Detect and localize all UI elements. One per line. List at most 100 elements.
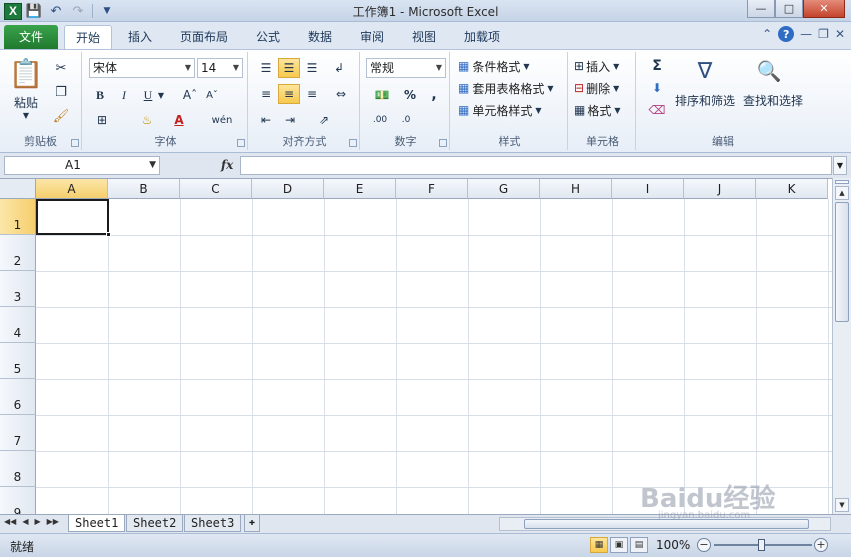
sheet-tab-3[interactable]: Sheet3: [184, 515, 242, 532]
row-header-7[interactable]: 7: [0, 415, 36, 451]
tab-insert[interactable]: 插入: [116, 25, 164, 49]
percent-button[interactable]: %: [400, 85, 420, 105]
close-icon[interactable]: ✕: [803, 0, 845, 18]
fill-color-icon[interactable]: ♨: [136, 110, 158, 130]
split-handle[interactable]: [835, 180, 849, 184]
sheet-tab-2[interactable]: Sheet2: [126, 515, 184, 532]
last-sheet-icon[interactable]: ▶▶: [47, 517, 59, 526]
insert-function-button[interactable]: fx: [221, 158, 233, 172]
merge-center-icon[interactable]: ⇔: [328, 84, 354, 104]
align-top-icon[interactable]: ☰: [256, 58, 276, 78]
column-header-f[interactable]: F: [396, 179, 468, 199]
scroll-down-icon[interactable]: ▼: [835, 498, 849, 512]
column-header-j[interactable]: J: [684, 179, 756, 199]
align-bottom-icon[interactable]: ☰: [302, 58, 322, 78]
fill-handle[interactable]: [106, 232, 111, 237]
increase-decimal-icon[interactable]: .00: [368, 110, 392, 130]
first-sheet-icon[interactable]: ◀◀: [4, 517, 16, 526]
insert-sheet-icon[interactable]: ✚: [244, 515, 261, 532]
alignment-launcher-icon[interactable]: [349, 139, 357, 147]
align-left-icon[interactable]: ≡: [256, 84, 276, 104]
column-header-c[interactable]: C: [180, 179, 252, 199]
zoom-out-icon[interactable]: −: [697, 538, 711, 552]
borders-icon[interactable]: ⊞: [90, 110, 114, 130]
clear-icon[interactable]: ⌫: [642, 100, 672, 120]
next-sheet-icon[interactable]: ▶: [34, 517, 40, 526]
font-size-select[interactable]: 14 ▼: [197, 58, 243, 78]
row-header-9[interactable]: 9: [0, 487, 36, 514]
format-painter-icon[interactable]: 🖌: [50, 106, 72, 126]
help-icon[interactable]: ?: [778, 26, 795, 42]
bold-button[interactable]: B: [90, 85, 110, 105]
column-header-a[interactable]: A: [36, 179, 108, 199]
accounting-format-icon[interactable]: 💵: [368, 85, 396, 105]
paste-icon[interactable]: 📋: [8, 56, 44, 90]
name-box[interactable]: A1 ▼: [4, 156, 160, 175]
find-select-button[interactable]: 查找和选择: [740, 92, 806, 108]
doc-close-icon[interactable]: ✕: [835, 27, 845, 41]
active-cell[interactable]: [36, 199, 111, 237]
formula-input[interactable]: [240, 156, 832, 175]
column-header-d[interactable]: D: [252, 179, 324, 199]
tab-formulas[interactable]: 公式: [244, 25, 292, 49]
expand-formula-icon[interactable]: ▼: [833, 156, 847, 175]
row-header-2[interactable]: 2: [0, 235, 36, 271]
tab-data[interactable]: 数据: [296, 25, 344, 49]
number-launcher-icon[interactable]: [439, 139, 447, 147]
collapse-ribbon-icon[interactable]: ⌃: [762, 27, 772, 41]
shrink-font-icon[interactable]: Aˇ: [202, 85, 222, 105]
doc-restore-icon[interactable]: ❐: [818, 27, 829, 41]
underline-button[interactable]: U: [138, 85, 158, 105]
grow-font-icon[interactable]: Aˆ: [180, 85, 200, 105]
worksheet-grid[interactable]: ABCDEFGHIJK 123456789: [0, 178, 832, 514]
doc-minimize-icon[interactable]: —: [800, 27, 812, 41]
scroll-up-icon[interactable]: ▲: [835, 186, 849, 200]
insert-cells-button[interactable]: ⊞ 插入 ▼: [574, 56, 634, 76]
increase-indent-icon[interactable]: ⇥: [280, 110, 300, 130]
format-cells-button[interactable]: ▦ 格式 ▼: [574, 100, 634, 120]
zoom-level[interactable]: 100%: [656, 538, 690, 552]
find-select-icon[interactable]: 🔍: [752, 56, 786, 86]
column-header-b[interactable]: B: [108, 179, 180, 199]
column-header-i[interactable]: I: [612, 179, 684, 199]
column-header-e[interactable]: E: [324, 179, 396, 199]
italic-button[interactable]: I: [114, 85, 134, 105]
decrease-indent-icon[interactable]: ⇤: [256, 110, 276, 130]
tab-home[interactable]: 开始: [64, 25, 112, 49]
column-header-h[interactable]: H: [540, 179, 612, 199]
cell-styles-button[interactable]: ▦ 单元格样式 ▼: [458, 100, 564, 120]
row-header-3[interactable]: 3: [0, 271, 36, 307]
align-center-icon[interactable]: ≡: [278, 84, 300, 104]
orientation-icon[interactable]: ⇗: [310, 110, 338, 130]
horizontal-scrollbar[interactable]: [499, 517, 831, 531]
maximize-icon[interactable]: □: [775, 0, 803, 18]
font-name-select[interactable]: 宋体 ▼: [89, 58, 195, 78]
vertical-scroll-thumb[interactable]: [835, 202, 849, 322]
vertical-scrollbar[interactable]: ▲ ▼: [832, 178, 851, 514]
autosum-button[interactable]: Σ: [642, 56, 672, 76]
prev-sheet-icon[interactable]: ◀: [22, 517, 28, 526]
wrap-text-icon[interactable]: ↲: [328, 58, 350, 78]
paste-dropdown-icon[interactable]: ▼: [6, 110, 46, 120]
comma-button[interactable]: ,: [424, 85, 444, 105]
clipboard-launcher-icon[interactable]: [71, 139, 79, 147]
underline-dropdown-icon[interactable]: ▼: [156, 85, 166, 105]
align-middle-icon[interactable]: ☰: [278, 58, 300, 78]
sort-filter-button[interactable]: 排序和筛选: [672, 92, 738, 108]
select-all-button[interactable]: [0, 179, 36, 199]
conditional-format-button[interactable]: ▦ 条件格式 ▼: [458, 56, 564, 76]
column-header-g[interactable]: G: [468, 179, 540, 199]
tab-view[interactable]: 视图: [400, 25, 448, 49]
page-break-view-icon[interactable]: ▤: [630, 537, 648, 553]
normal-view-icon[interactable]: ▦: [590, 537, 608, 553]
paste-button[interactable]: 粘贴: [6, 94, 46, 110]
tab-file[interactable]: 文件: [4, 25, 58, 49]
row-header-1[interactable]: 1: [0, 199, 36, 235]
zoom-slider-thumb[interactable]: [758, 539, 765, 551]
row-header-4[interactable]: 4: [0, 307, 36, 343]
row-header-8[interactable]: 8: [0, 451, 36, 487]
tab-review[interactable]: 审阅: [348, 25, 396, 49]
row-header-5[interactable]: 5: [0, 343, 36, 379]
row-header-6[interactable]: 6: [0, 379, 36, 415]
cut-icon[interactable]: ✂: [50, 58, 72, 78]
